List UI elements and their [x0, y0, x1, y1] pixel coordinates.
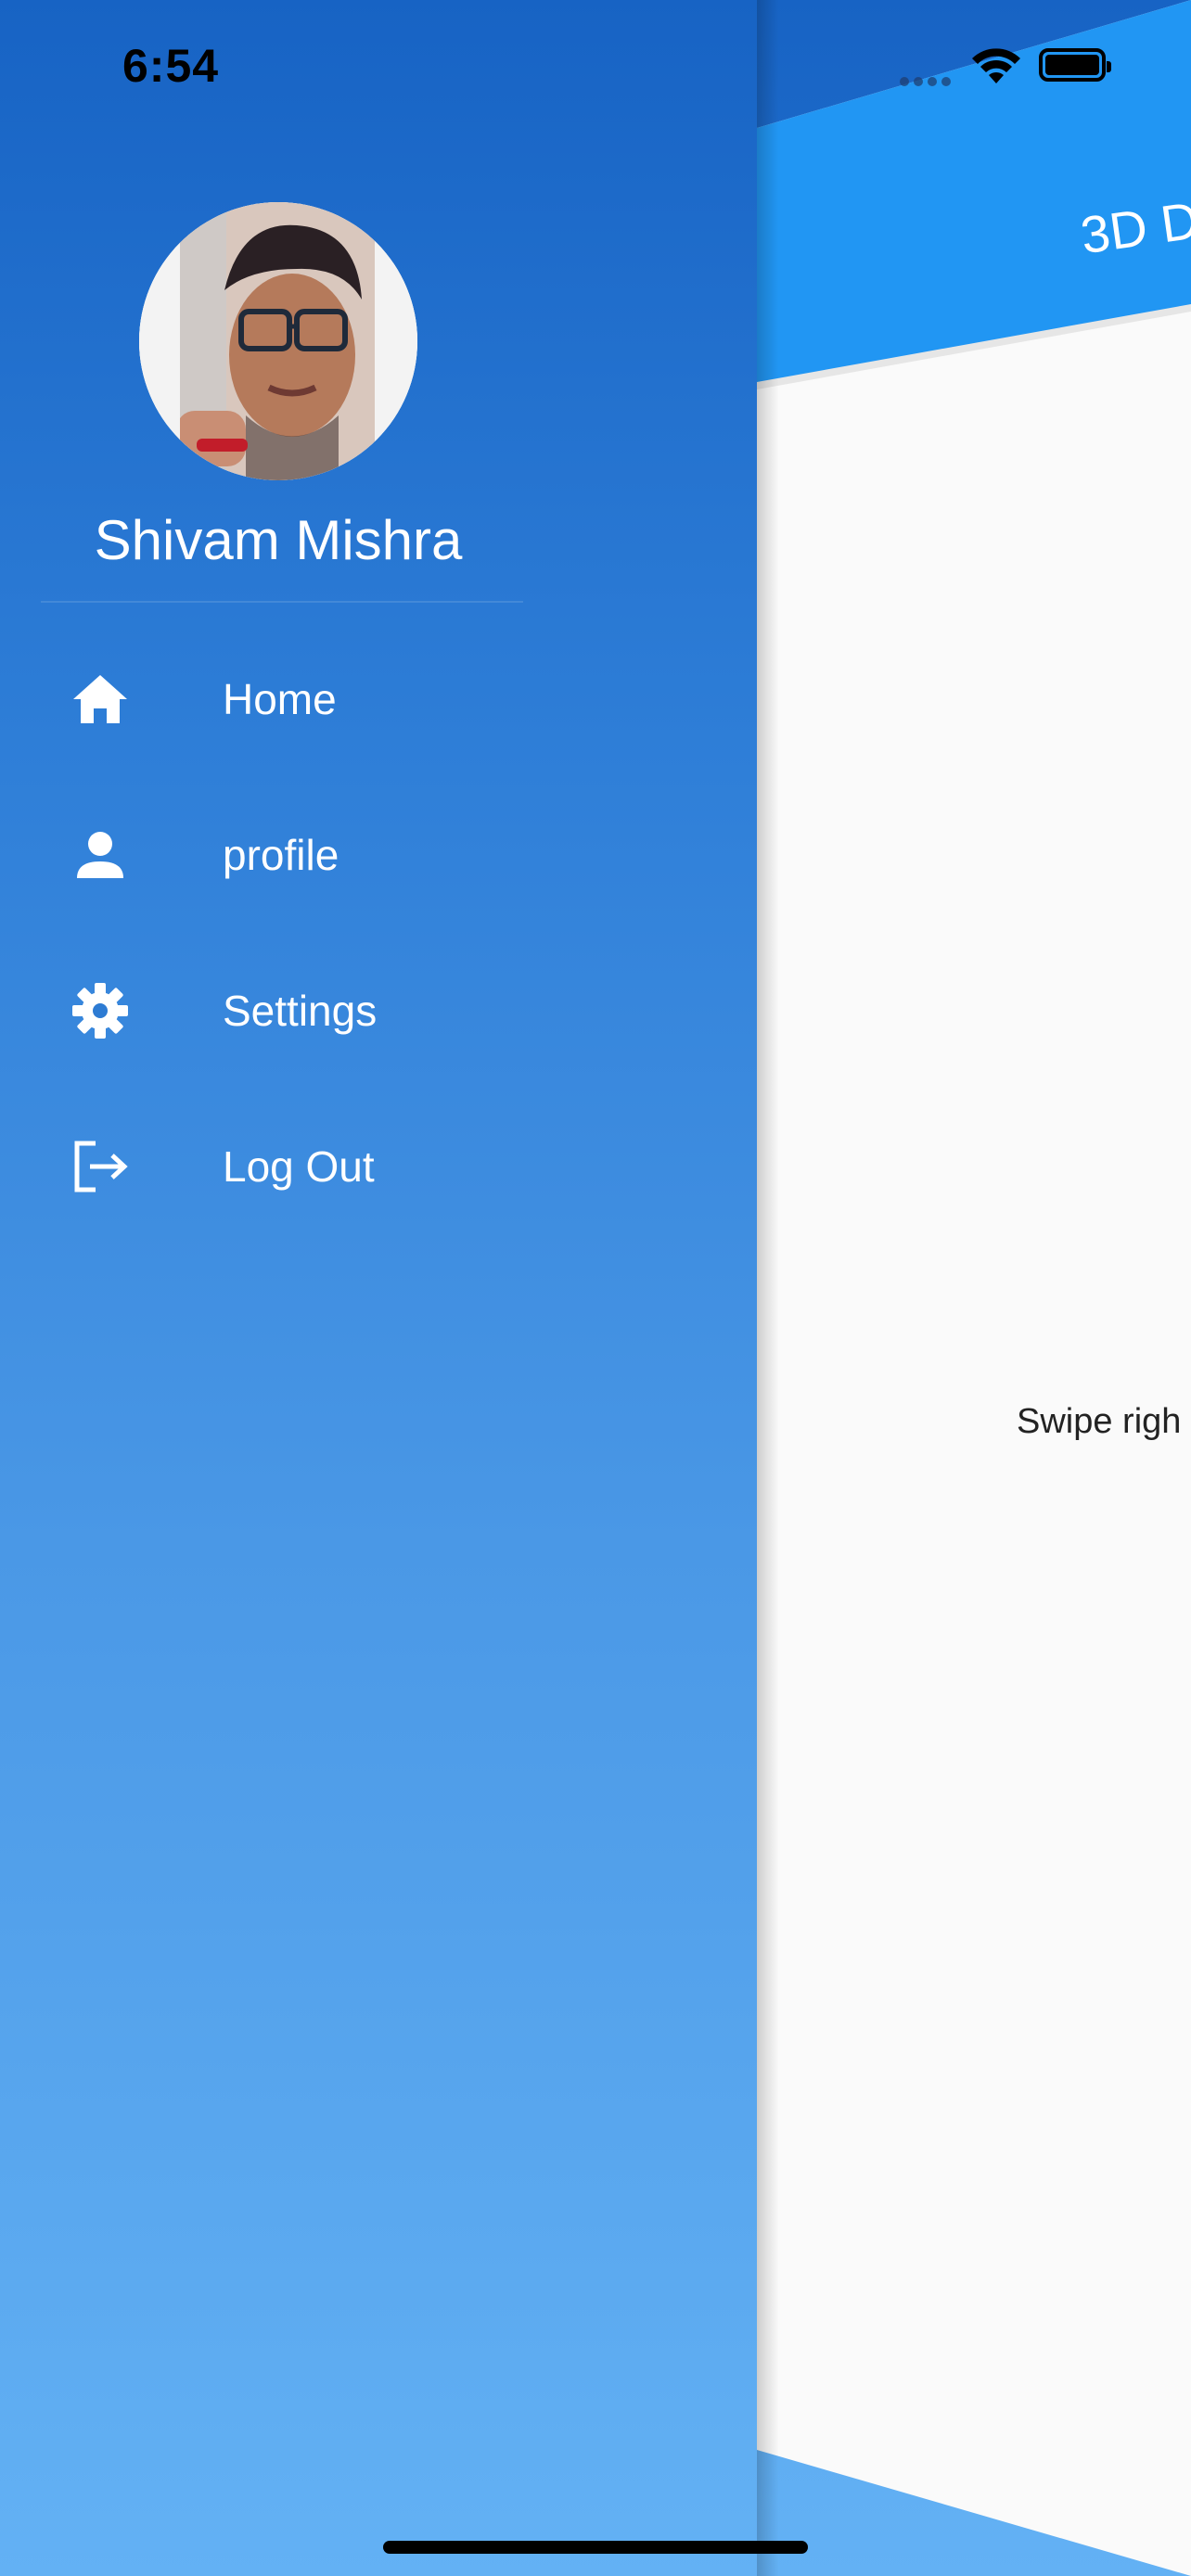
status-time: 6:54: [122, 40, 220, 92]
status-bar: 6:54: [0, 0, 1191, 139]
menu-item-label: profile: [223, 831, 339, 879]
wifi-icon: [969, 46, 1023, 87]
menu-item-profile[interactable]: profile: [0, 777, 557, 933]
user-name: Shivam Mishra: [94, 509, 463, 571]
cellular-signal-icon: [900, 74, 955, 86]
menu-item-label: Home: [223, 675, 337, 723]
logout-icon: [67, 1133, 134, 1200]
menu-item-home[interactable]: Home: [0, 621, 557, 777]
main-page[interactable]: 3D D Swipe righ: [757, 0, 1191, 2576]
menu-item-label: Log Out: [223, 1142, 375, 1191]
menu-item-label: Settings: [223, 987, 378, 1035]
divider: [41, 601, 523, 603]
drawer-menu: Home profile Settings Log Out: [0, 621, 557, 1244]
body-text: Swipe righ: [1017, 1402, 1182, 1441]
home-indicator[interactable]: [383, 2541, 808, 2554]
gear-icon: [67, 977, 134, 1044]
person-icon: [67, 822, 134, 888]
menu-item-logout[interactable]: Log Out: [0, 1089, 557, 1244]
side-drawer: Shivam Mishra Home profile Settings Log …: [0, 0, 557, 2576]
menu-item-settings[interactable]: Settings: [0, 933, 557, 1089]
avatar[interactable]: [139, 202, 417, 480]
battery-icon: [1039, 48, 1111, 82]
home-icon: [67, 666, 134, 733]
